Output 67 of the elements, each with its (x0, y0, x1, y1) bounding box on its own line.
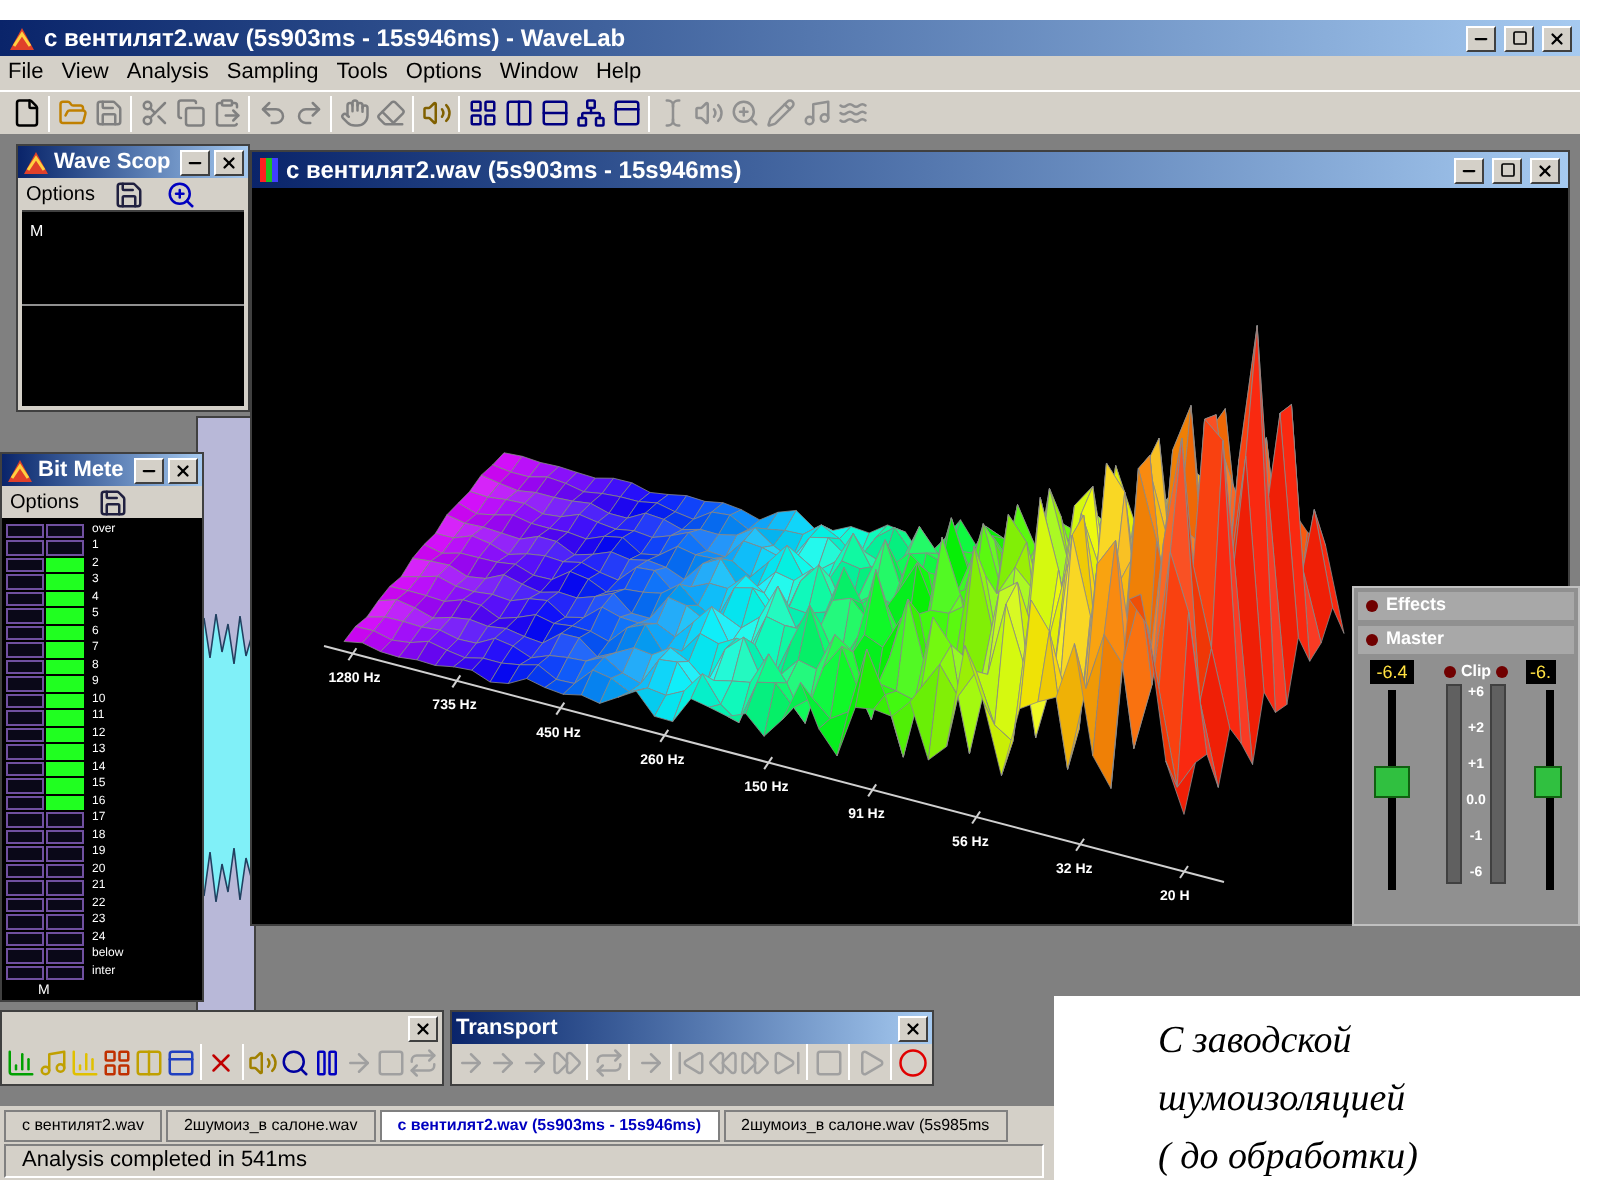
eraser-icon[interactable] (372, 95, 408, 131)
network-icon[interactable] (572, 95, 608, 131)
minimize-button[interactable] (1454, 157, 1484, 183)
maximize-icon (1511, 30, 1527, 46)
menu-item[interactable]: View (61, 56, 109, 90)
caption-text: ( до обработки) (1158, 1134, 1420, 1182)
led-icon (1495, 666, 1508, 678)
wave-logo-icon (8, 25, 36, 51)
document-tab[interactable]: 2шумоиз_в салоне.wav (165, 1110, 376, 1142)
document-tab[interactable]: с вентилят2.wav (4, 1110, 162, 1142)
close-icon (220, 153, 238, 171)
wave-logo-icon (6, 457, 34, 483)
status-text: Analysis completed in 541ms (4, 1144, 1044, 1178)
menu-item[interactable]: Help (595, 56, 642, 90)
caption-text: шумоизоляцией (1158, 1076, 1408, 1124)
music-icon[interactable] (798, 95, 834, 131)
close-button[interactable] (408, 1015, 438, 1041)
section-label: Effects (1386, 592, 1447, 619)
level-readout: -6. (1526, 660, 1556, 684)
section-label: Master (1386, 626, 1445, 653)
close-button[interactable] (214, 149, 244, 175)
level-readout: -6.4 (1370, 660, 1414, 684)
copy-icon[interactable] (172, 95, 208, 131)
window-title: с вентилят2.wav (5s903ms - 15s946ms) - WaveLab (44, 22, 628, 56)
maximize-icon (1499, 162, 1515, 178)
channel-label: M (30, 220, 44, 244)
fader-thumb[interactable] (1534, 765, 1562, 798)
document-tab[interactable]: 2шумоиз_в салоне.wav (5s985ms (723, 1110, 1008, 1142)
close-button[interactable] (1542, 25, 1572, 51)
close-icon (1536, 161, 1554, 179)
maximize-button[interactable] (1492, 157, 1522, 183)
menu-item[interactable]: Options (405, 56, 482, 90)
menu-item[interactable]: Analysis (126, 56, 209, 90)
close-icon (174, 461, 192, 479)
minimize-button[interactable] (1466, 25, 1496, 51)
menu-item[interactable]: Window (499, 56, 578, 90)
scissors-icon[interactable] (136, 95, 172, 131)
hand-icon[interactable] (336, 95, 372, 131)
pencil-icon[interactable] (762, 95, 798, 131)
color-bars-icon (260, 158, 278, 182)
menu-item[interactable]: Sampling (226, 56, 319, 90)
close-icon (904, 1019, 922, 1037)
wave-logo-icon (22, 149, 50, 175)
close-icon (414, 1019, 432, 1037)
close-button[interactable] (898, 1015, 928, 1041)
minimize-button[interactable] (180, 149, 210, 175)
led-icon (1366, 634, 1378, 646)
close-icon (1548, 29, 1566, 47)
led-icon (1366, 600, 1378, 612)
menu-item[interactable]: Options (10, 487, 79, 517)
fader-thumb[interactable] (1374, 765, 1410, 798)
close-button[interactable] (168, 457, 198, 483)
led-icon (1444, 666, 1457, 678)
caption-text: С заводской (1158, 1018, 1354, 1066)
clip-label: Clip (1460, 660, 1492, 684)
panel-title: Wave Scop (54, 147, 173, 178)
document-title: с вентилят2.wav (5s903ms - 15s946ms) (286, 154, 744, 188)
minimize-button[interactable] (134, 457, 164, 483)
menu-item[interactable]: File (8, 56, 44, 90)
menu-item[interactable]: Tools (336, 56, 388, 90)
menu-item[interactable]: Options (26, 179, 95, 209)
repeat-icon[interactable] (592, 1044, 625, 1080)
panel-title: Transport (456, 1013, 560, 1044)
panel-title: Bit Mete (38, 455, 126, 486)
document-tab[interactable]: с вентилят2.wav (5s903ms - 15s946ms) (379, 1110, 720, 1142)
close-button[interactable] (1530, 157, 1560, 183)
maximize-button[interactable] (1504, 25, 1534, 51)
